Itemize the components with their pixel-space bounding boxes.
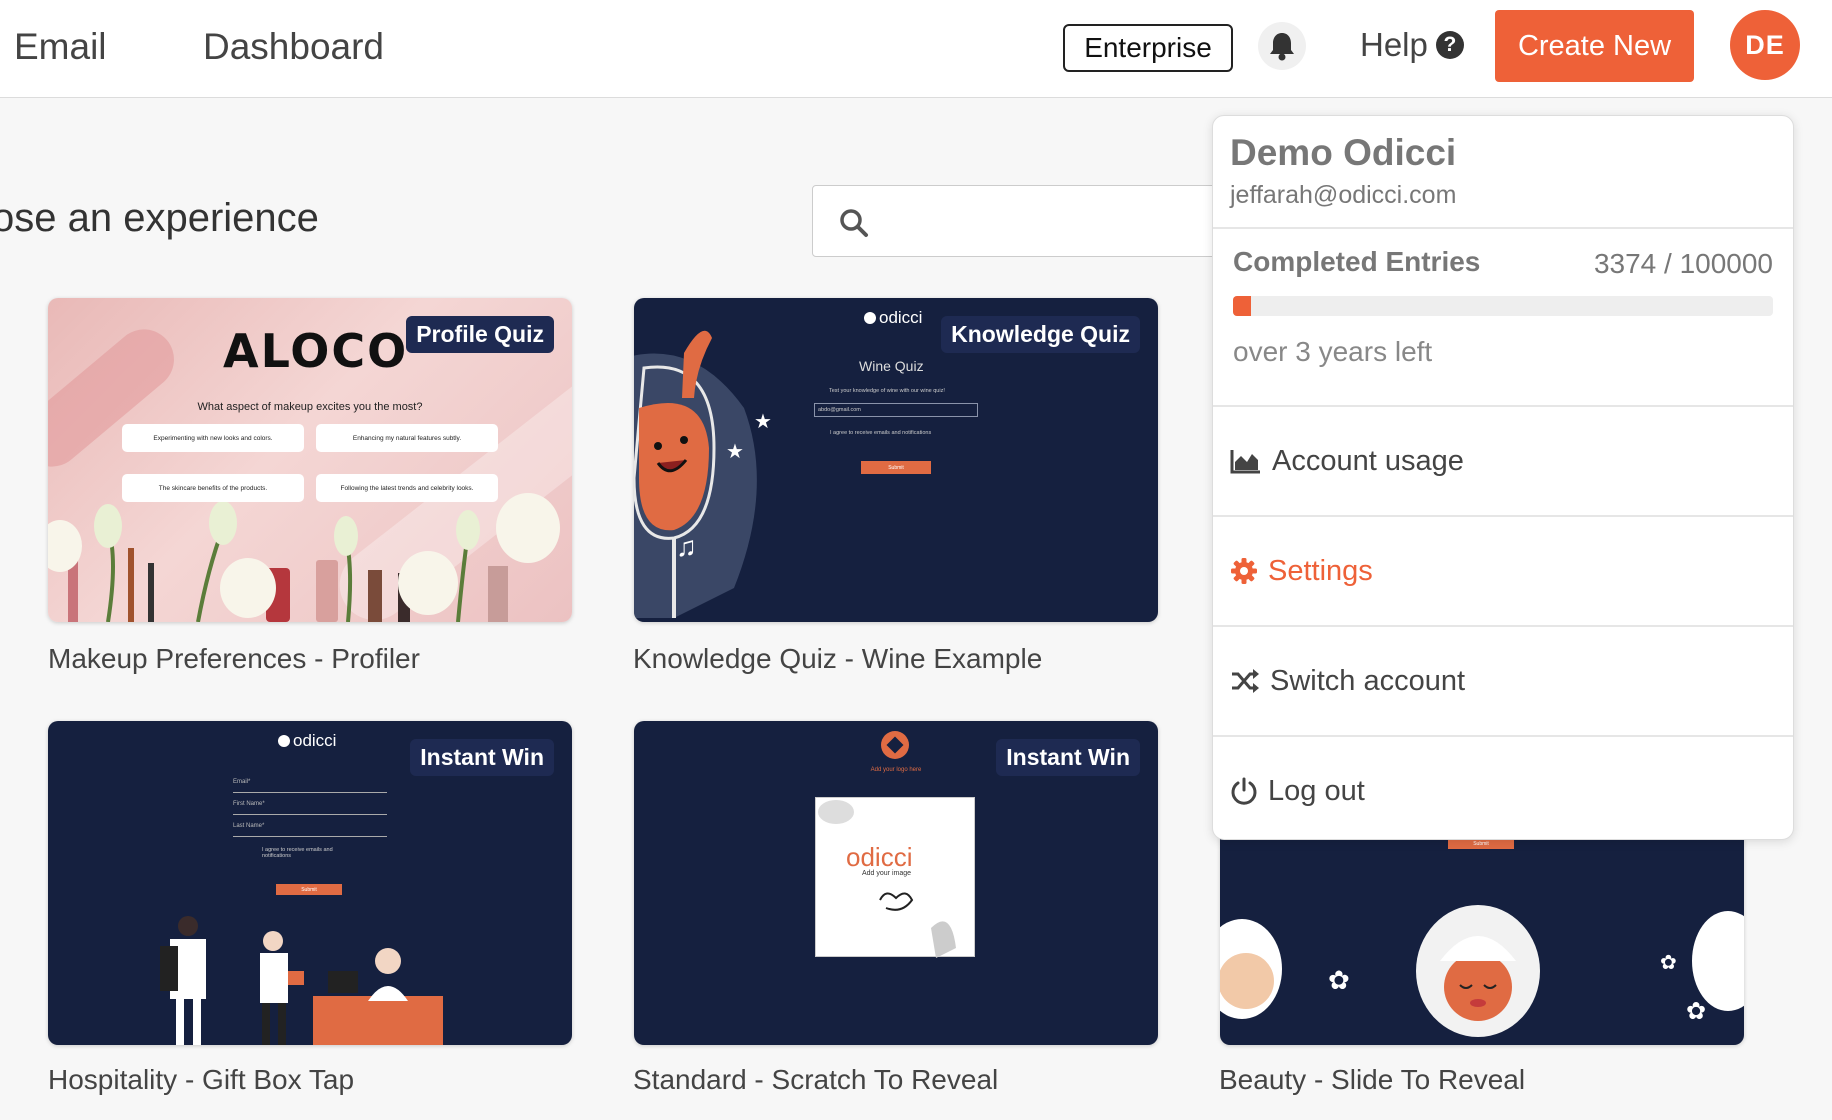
- svg-text:♫: ♫: [676, 531, 697, 562]
- menu-item-settings[interactable]: Settings: [1213, 517, 1793, 625]
- search-input[interactable]: [812, 185, 1252, 257]
- svg-text:✿: ✿: [1660, 952, 1677, 974]
- card-title[interactable]: Beauty - Slide To Reveal: [1219, 1064, 1525, 1096]
- power-icon: [1231, 777, 1257, 805]
- wine-quiz-title: Wine Quiz: [859, 358, 924, 374]
- menu-item-account-usage[interactable]: Account usage: [1213, 407, 1793, 515]
- completed-entries-value: 3374 / 100000: [1593, 248, 1773, 279]
- card-title[interactable]: Standard - Scratch To Reveal: [633, 1064, 998, 1096]
- menu-item-switch-account[interactable]: Switch account: [1213, 627, 1793, 735]
- form-field: Email*: [233, 779, 387, 793]
- card-badge: Instant Win: [996, 739, 1140, 776]
- odicci-logo: odicci: [864, 308, 922, 328]
- divider: [1213, 227, 1793, 229]
- account-email: jeffarah@odicci.com: [1230, 181, 1457, 209]
- menu-item-log-out[interactable]: Log out: [1213, 737, 1793, 839]
- aloco-logo: ALOCO: [223, 324, 409, 378]
- completed-entries-label: Completed Entries: [1233, 246, 1481, 277]
- user-avatar[interactable]: DE: [1730, 10, 1800, 80]
- makeup-option: The skincare benefits of the products.: [122, 474, 304, 502]
- account-name: Demo Odicci: [1230, 132, 1457, 173]
- logo-text: odicci: [879, 308, 923, 327]
- experience-card-wine[interactable]: ★ ★ ♫ odicci Wine Quiz Test your knowled…: [634, 298, 1158, 622]
- menu-item-label: Account usage: [1272, 444, 1464, 477]
- account-dropdown: Demo Odicci jeffarah@odicci.com Complete…: [1212, 115, 1794, 840]
- form-field: First Name*: [233, 801, 387, 815]
- scratch-card-area: odicci Add your image: [815, 797, 975, 958]
- card-title[interactable]: Knowledge Quiz - Wine Example: [633, 643, 1042, 675]
- shuffle-icon: [1232, 669, 1259, 693]
- experience-card-hospitality[interactable]: odicci Email* First Name* Last Name* I a…: [48, 721, 572, 1045]
- area-chart-icon: [1230, 450, 1260, 474]
- scratch-coin-shape: [818, 800, 956, 958]
- svg-text:✿: ✿: [1686, 998, 1706, 1025]
- odicci-logo: odicci: [278, 731, 336, 751]
- bell-icon: [1270, 33, 1294, 61]
- card-title[interactable]: Makeup Preferences - Profiler: [48, 643, 420, 675]
- entries-progress-bar: [1233, 296, 1773, 316]
- menu-item-label: Log out: [1268, 774, 1365, 807]
- nav-dashboard[interactable]: Dashboard: [203, 26, 384, 68]
- menu-item-label: Settings: [1268, 554, 1373, 587]
- card-badge: Profile Quiz: [406, 316, 554, 353]
- page-heading: ose an experience: [0, 196, 319, 240]
- notification-button[interactable]: [1258, 22, 1306, 70]
- nav-email[interactable]: Email: [14, 26, 107, 68]
- svg-text:✿: ✿: [1328, 965, 1350, 995]
- card-badge: Instant Win: [410, 739, 554, 776]
- search-icon: [840, 209, 868, 237]
- question-circle-icon: ?: [1435, 31, 1464, 59]
- create-new-button[interactable]: Create New: [1495, 10, 1694, 82]
- card-title[interactable]: Hospitality - Gift Box Tap: [48, 1064, 354, 1096]
- makeup-option: Following the latest trends and celebrit…: [316, 474, 498, 502]
- help-link[interactable]: Help ?: [1360, 26, 1464, 64]
- makeup-option: Experimenting with new looks and colors.: [122, 424, 304, 452]
- form-field: Last Name*: [233, 823, 387, 837]
- help-label: Help: [1360, 26, 1428, 63]
- top-navbar: Email Dashboard Enterprise Help ? Create…: [0, 0, 1832, 98]
- hospitality-submit-button: Submit: [276, 884, 342, 895]
- wine-quiz-subtitle: Test your knowledge of wine with our win…: [829, 388, 945, 394]
- svg-text:★: ★: [754, 411, 772, 433]
- hospitality-consent-text: I agree to receive emails and notificati…: [262, 847, 333, 859]
- makeup-question: What aspect of makeup excites you the mo…: [197, 401, 423, 413]
- menu-item-label: Switch account: [1270, 664, 1466, 697]
- svg-text:★: ★: [726, 441, 744, 463]
- entries-progress-fill: [1233, 296, 1252, 316]
- makeup-option: Enhancing my natural features subtly.: [316, 424, 498, 452]
- enterprise-button[interactable]: Enterprise: [1063, 24, 1233, 72]
- experience-card-makeup[interactable]: ALOCO What aspect of makeup excites you …: [48, 298, 572, 622]
- wine-email-field: abdo@gmail.com: [814, 403, 978, 417]
- wine-submit-button: Submit: [861, 461, 931, 474]
- logo-text: odicci: [293, 731, 337, 750]
- experience-card-scratch[interactable]: Add your logo here odicci Add your image…: [634, 721, 1158, 1045]
- card-badge: Knowledge Quiz: [941, 316, 1140, 353]
- wine-consent-text: I agree to receive emails and notificati…: [830, 430, 932, 436]
- gear-icon: [1231, 558, 1257, 584]
- time-left-text: over 3 years left: [1233, 336, 1433, 367]
